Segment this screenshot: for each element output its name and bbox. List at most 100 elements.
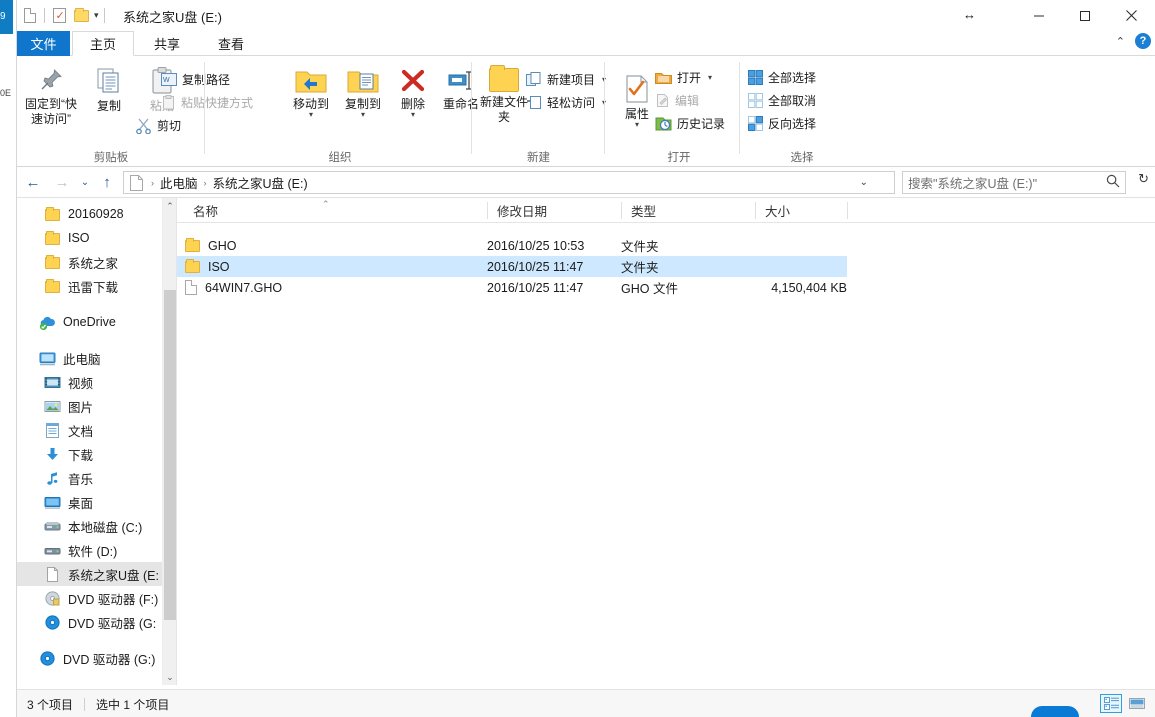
nav-item-dvd-drive-f[interactable]: DVD 驱动器 (F:) bbox=[17, 586, 162, 610]
breadcrumb-separator[interactable]: › bbox=[145, 178, 160, 188]
up-button[interactable]: ↑ bbox=[95, 170, 119, 194]
selection-label: 选中 1 个项目 bbox=[96, 696, 169, 713]
scroll-up-icon[interactable]: ⌃ bbox=[163, 198, 176, 214]
chevron-down-icon[interactable]: ⌄ bbox=[860, 177, 868, 188]
folder-icon bbox=[44, 254, 61, 271]
search-icon[interactable] bbox=[1106, 174, 1120, 191]
view-toggle-group bbox=[1100, 694, 1148, 713]
chevron-down-icon[interactable]: ▾ bbox=[635, 122, 639, 128]
taskbar-button-peek[interactable] bbox=[1031, 706, 1079, 717]
nav-item-pictures[interactable]: 图片 bbox=[17, 394, 162, 418]
nav-item-software-d[interactable]: 软件 (D:) bbox=[17, 538, 162, 562]
details-view-button[interactable] bbox=[1100, 694, 1122, 713]
nav-item-local-disk-c[interactable]: 本地磁盘 (C:) bbox=[17, 514, 162, 538]
table-row[interactable]: ISO 2016/10/25 11:47 文件夹 bbox=[177, 256, 847, 277]
nav-item-usb-drive-e[interactable]: 系统之家U盘 (E: bbox=[17, 562, 162, 586]
nav-item-dvd-drive-g-root[interactable]: DVD 驱动器 (G:) bbox=[17, 646, 162, 670]
system-menu-icon[interactable] bbox=[19, 5, 41, 27]
recent-locations-button[interactable]: ⌄ bbox=[73, 170, 97, 194]
paste-shortcut-icon bbox=[161, 95, 176, 110]
nav-item-downloads[interactable]: 下载 bbox=[17, 442, 162, 466]
history-button[interactable]: 历史记录 bbox=[655, 114, 725, 133]
column-header-size[interactable]: 大小 bbox=[757, 198, 847, 223]
nav-item-onedrive[interactable]: OneDrive bbox=[17, 310, 162, 334]
file-date-cell: 2016/10/25 11:47 bbox=[487, 277, 583, 298]
file-type-cell: 文件夹 bbox=[621, 256, 659, 277]
minimize-button[interactable] bbox=[1016, 0, 1062, 31]
select-all-button[interactable]: 全部选择 bbox=[748, 68, 816, 87]
tab-view[interactable]: 查看 bbox=[200, 31, 262, 56]
chevron-down-icon[interactable]: ▾ bbox=[708, 73, 712, 82]
nav-item-xunlei-download[interactable]: 迅雷下载 bbox=[17, 274, 162, 298]
edit-button[interactable]: 编辑 bbox=[655, 91, 699, 110]
close-button[interactable] bbox=[1108, 0, 1155, 31]
nav-item-desktop[interactable]: 桌面 bbox=[17, 490, 162, 514]
new-item-button[interactable]: 新建项目 ▾ bbox=[526, 70, 606, 89]
chevron-down-icon[interactable]: ▾ bbox=[361, 112, 365, 118]
search-input[interactable]: 搜索"系统之家U盘 (E:)" bbox=[908, 173, 1106, 192]
table-row[interactable]: GHO 2016/10/25 10:53 文件夹 bbox=[177, 235, 1155, 256]
copy-to-button[interactable]: 复制到 ▾ bbox=[335, 68, 391, 118]
nav-item-iso[interactable]: ISO bbox=[17, 226, 162, 250]
search-box[interactable]: 搜索"系统之家U盘 (E:)" bbox=[902, 171, 1126, 194]
column-divider[interactable] bbox=[755, 202, 756, 219]
large-icons-view-button[interactable] bbox=[1126, 694, 1148, 713]
nav-item-usb-drive-e-root[interactable]: 系统之家U盘 (E:) bbox=[17, 682, 162, 685]
new-folder-button[interactable]: 新建文件夹 bbox=[476, 68, 532, 125]
column-header-date[interactable]: 修改日期 bbox=[489, 198, 621, 223]
new-folder-icon[interactable] bbox=[70, 5, 92, 27]
nav-item-videos[interactable]: 视频 bbox=[17, 370, 162, 394]
column-divider[interactable] bbox=[621, 202, 622, 219]
properties-icon[interactable]: ✓ bbox=[48, 5, 70, 27]
easy-access-button[interactable]: 轻松访问 ▾ bbox=[526, 93, 606, 112]
chevron-down-icon[interactable]: ▾ bbox=[411, 112, 415, 118]
nav-item-label: 系统之家 bbox=[68, 253, 118, 272]
column-header-name[interactable]: 名称 bbox=[185, 198, 487, 223]
nav-item-music[interactable]: 音乐 bbox=[17, 466, 162, 490]
tab-share[interactable]: 共享 bbox=[136, 31, 198, 56]
nav-item-label: 音乐 bbox=[68, 469, 93, 488]
invert-selection-button[interactable]: 反向选择 bbox=[748, 114, 816, 133]
collapse-ribbon-icon[interactable]: ⌃ bbox=[1116, 35, 1125, 48]
file-explorer-window: ✓ ▾ 系统之家U盘 (E:) ↔ bbox=[16, 0, 1155, 717]
move-to-button[interactable]: 移动到 ▾ bbox=[283, 68, 339, 118]
column-header-row: ⌃ 名称 修改日期 类型 大小 bbox=[177, 198, 1155, 223]
tab-home[interactable]: 主页 bbox=[72, 31, 134, 56]
tab-file[interactable]: 文件 bbox=[17, 31, 70, 56]
file-icon bbox=[185, 280, 197, 295]
window-title: 系统之家U盘 (E:) bbox=[123, 7, 222, 26]
nav-item-documents[interactable]: 文档 bbox=[17, 418, 162, 442]
background-window-fragment: 9 0E bbox=[0, 0, 16, 717]
address-bar[interactable]: › 此电脑 › 系统之家U盘 (E:) ⌄ bbox=[123, 171, 895, 194]
file-date-cell: 2016/10/25 11:47 bbox=[487, 256, 583, 277]
chevron-down-icon[interactable]: ▾ bbox=[92, 10, 101, 21]
scroll-down-icon[interactable]: ⌄ bbox=[163, 669, 176, 685]
help-icon[interactable]: ? bbox=[1135, 33, 1151, 49]
divider bbox=[44, 8, 45, 23]
copy-button[interactable]: 复制 bbox=[81, 66, 137, 114]
open-button[interactable]: 打开 ▾ bbox=[655, 68, 712, 87]
refresh-button[interactable]: ↻ bbox=[1138, 171, 1149, 187]
breadcrumb-item-this-pc[interactable]: 此电脑 bbox=[160, 173, 198, 192]
navigation-pane-scrollbar[interactable]: ⌃ ⌄ bbox=[162, 198, 176, 685]
nav-item-dvd-drive-g[interactable]: DVD 驱动器 (G: bbox=[17, 610, 162, 634]
cut-button[interactable]: 剪切 bbox=[135, 116, 181, 135]
table-row[interactable]: 64WIN7.GHO 2016/10/25 11:47 GHO 文件 4,150… bbox=[177, 277, 1155, 298]
pin-to-quick-access-button[interactable]: 固定到“快速访问” bbox=[23, 66, 79, 127]
breadcrumb-separator[interactable]: › bbox=[198, 178, 213, 188]
copy-icon bbox=[94, 66, 124, 96]
column-divider[interactable] bbox=[847, 202, 848, 219]
nav-item-20160928[interactable]: 20160928 bbox=[17, 202, 162, 226]
edit-label: 编辑 bbox=[675, 92, 699, 109]
column-divider[interactable] bbox=[487, 202, 488, 219]
scrollbar-thumb[interactable] bbox=[164, 290, 176, 620]
column-header-type[interactable]: 类型 bbox=[623, 198, 755, 223]
nav-item-this-pc[interactable]: 此电脑 bbox=[17, 346, 162, 370]
forward-button[interactable]: → bbox=[50, 170, 74, 194]
select-none-button[interactable]: 全部取消 bbox=[748, 91, 816, 110]
back-button[interactable]: ← bbox=[21, 170, 45, 194]
breadcrumb-item-drive[interactable]: 系统之家U盘 (E:) bbox=[213, 173, 308, 192]
maximize-button[interactable] bbox=[1062, 0, 1108, 31]
nav-item-xitongzhijia[interactable]: 系统之家 bbox=[17, 250, 162, 274]
chevron-down-icon[interactable]: ▾ bbox=[309, 112, 313, 118]
